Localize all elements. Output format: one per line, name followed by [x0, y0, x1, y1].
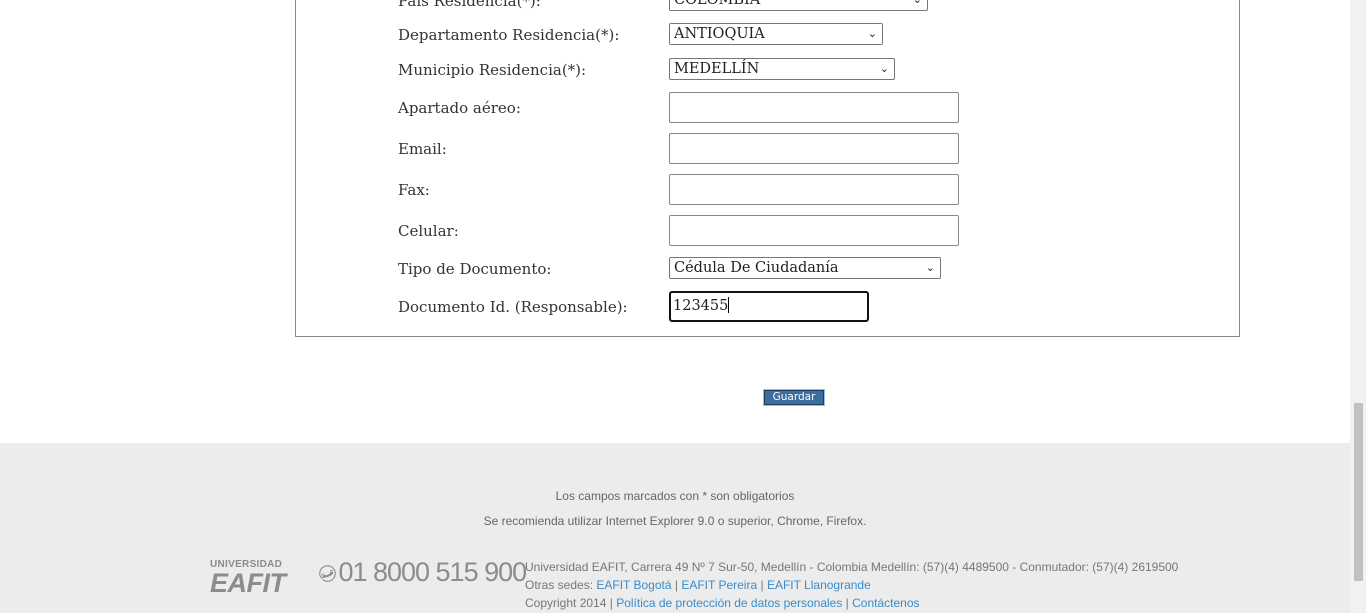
other-sites-label: Otras sedes:: [525, 578, 594, 592]
label-documento-id: Documento Id. (Responsable):: [398, 298, 628, 316]
address-line: Universidad EAFIT, Carrera 49 Nº 7 Sur-5…: [525, 560, 1179, 574]
text-cursor: [728, 297, 730, 313]
phone-number: ✆01 8000 515 900: [315, 557, 527, 588]
celular-field[interactable]: [669, 215, 959, 246]
label-apartado: Apartado aéreo:: [398, 99, 521, 117]
link-politica-datos[interactable]: Política de protección de datos personal…: [616, 596, 842, 610]
required-note: Los campos marcados con * son obligatori…: [555, 489, 795, 503]
chevron-down-icon: ⌄: [879, 62, 889, 75]
guardar-button[interactable]: Guardar: [763, 389, 825, 406]
link-eafit-bogota[interactable]: EAFIT Bogotá: [596, 578, 671, 592]
form-panel: [295, 0, 1240, 337]
link-eafit-pereira[interactable]: EAFIT Pereira: [681, 578, 757, 592]
copyright-text: Copyright 2014 |: [525, 596, 613, 610]
chevron-down-icon: ⌄: [913, 0, 922, 10]
select-municipio-value: MEDELLÍN: [674, 61, 760, 77]
select-pais-value: COLOMBIA: [674, 0, 761, 8]
page-scrollbar[interactable]: [1350, 0, 1366, 613]
select-municipio[interactable]: MEDELLÍN ⌄: [669, 58, 895, 80]
scrollbar-thumb[interactable]: [1354, 403, 1363, 581]
eafit-logo: UNIVERSIDAD EAFIT: [210, 560, 300, 598]
documento-id-value: 123455: [673, 298, 729, 314]
link-contactenos[interactable]: Contáctenos: [852, 596, 919, 610]
label-fax: Fax:: [398, 181, 430, 199]
other-sites-line: Otras sedes: EAFIT Bogotá | EAFIT Pereir…: [525, 578, 871, 592]
link-eafit-llanogrande[interactable]: EAFIT Llanogrande: [767, 578, 871, 592]
browser-note: Se recomienda utilizar Internet Explorer…: [483, 514, 867, 528]
select-tipo-documento[interactable]: Cédula De Ciudadanía ⌄: [669, 257, 941, 279]
fax-field[interactable]: [669, 174, 959, 205]
label-email: Email:: [398, 140, 447, 158]
label-pais: País Residencia(*):: [398, 0, 541, 10]
select-departamento[interactable]: ANTIOQUIA ⌄: [669, 23, 883, 45]
label-tipo-documento: Tipo de Documento:: [398, 260, 552, 278]
apartado-field[interactable]: [669, 92, 959, 123]
copyright-line: Copyright 2014 | Política de protección …: [525, 596, 920, 610]
label-celular: Celular:: [398, 222, 459, 240]
label-municipio: Municipio Residencia(*):: [398, 61, 587, 79]
select-departamento-value: ANTIOQUIA: [674, 26, 765, 42]
chevron-down-icon: ⌄: [925, 261, 935, 274]
phone-icon: ✆: [314, 565, 340, 583]
email-field[interactable]: [669, 133, 959, 164]
select-tipo-documento-value: Cédula De Ciudadanía: [674, 260, 839, 276]
select-pais[interactable]: COLOMBIA ⌄: [669, 0, 928, 11]
chevron-down-icon: ⌄: [867, 27, 877, 40]
label-departamento: Departamento Residencia(*):: [398, 26, 620, 44]
documento-id-field[interactable]: 123455: [669, 291, 869, 322]
footer: Los campos marcados con * son obligatori…: [0, 443, 1350, 613]
phone-text: 01 8000 515 900: [338, 557, 527, 587]
logo-main-text: EAFIT: [210, 568, 286, 598]
